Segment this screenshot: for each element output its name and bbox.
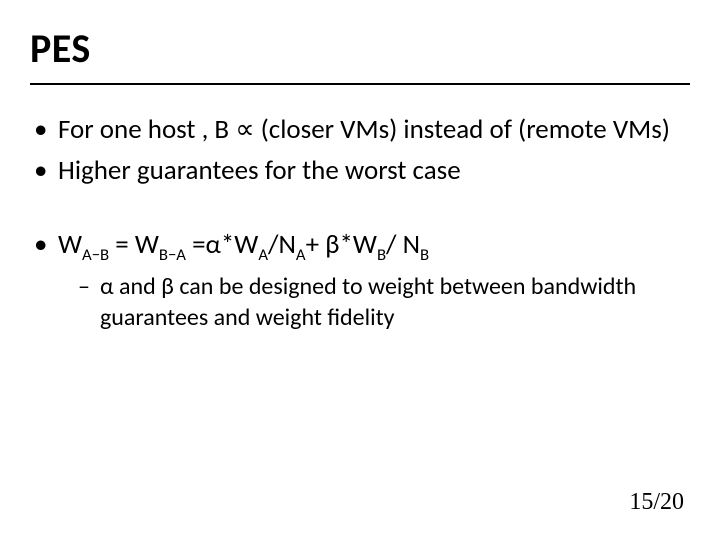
- eq-eq1: =: [109, 228, 135, 261]
- eq-W1: W: [58, 228, 82, 261]
- page-sep: /: [653, 489, 660, 515]
- sub-bullet-1: α and β can be designed to weight betwee…: [78, 272, 690, 333]
- title-rule: [30, 83, 690, 85]
- eq-sub-A1: A: [258, 245, 268, 265]
- eq-W2: W: [135, 228, 159, 261]
- eq-sub-B1: B: [377, 245, 386, 265]
- bullet-2: Higher guarantees for the worst case: [30, 154, 690, 189]
- bullet-3-equation: WA−B = WB−A =α*WA/NA+ β*WB/ NB α and β c…: [30, 228, 690, 333]
- eq-sub-BA: B−A: [159, 245, 186, 265]
- page-total: 20: [660, 489, 684, 515]
- eq-plus: + β*: [306, 228, 353, 261]
- proportional-symbol: ∝: [235, 113, 254, 146]
- eq-eq2: =α*: [186, 228, 234, 261]
- eq-slash2: / N: [386, 228, 420, 261]
- slide: PES For one host , B ∝ (closer VMs) inst…: [0, 0, 720, 540]
- sub-bullet-list: α and β can be designed to weight betwee…: [58, 272, 690, 333]
- eq-slashN1: /N: [268, 228, 296, 261]
- eq-W3: W: [234, 228, 258, 261]
- bullet-1: For one host , B ∝ (closer VMs) instead …: [30, 113, 690, 148]
- eq-sub-A2: A: [296, 245, 306, 265]
- eq-W4: W: [353, 228, 377, 261]
- eq-sub-B2: B: [420, 245, 429, 265]
- page-number: 15/20: [629, 489, 684, 516]
- eq-sub-AB: A−B: [82, 245, 109, 265]
- spacer: [30, 194, 690, 228]
- bullet-list: For one host , B ∝ (closer VMs) instead …: [30, 113, 690, 333]
- bullet-1-text-pre: For one host , B: [58, 113, 235, 146]
- page-current: 15: [629, 489, 653, 515]
- slide-title: PES: [30, 24, 690, 73]
- bullet-1-text-post: (closer VMs) instead of (remote VMs): [255, 113, 670, 146]
